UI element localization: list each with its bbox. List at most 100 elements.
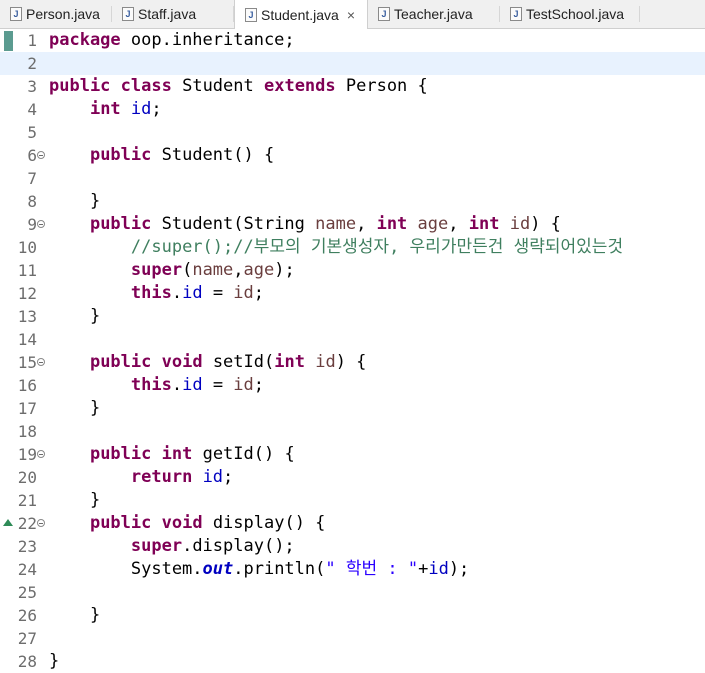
code-token: = xyxy=(202,283,234,303)
line-number: 28 xyxy=(17,652,37,671)
line-number: 18 xyxy=(17,422,37,441)
collapse-fold-icon[interactable] xyxy=(37,151,45,159)
code-token: return xyxy=(130,467,193,487)
code-line[interactable]: 13 } xyxy=(0,305,705,328)
code-token: Student() { xyxy=(151,145,275,165)
code-line[interactable]: 24 System.out.println(" 학번 : "+id); xyxy=(0,558,705,581)
code-line[interactable]: 7 xyxy=(0,167,705,190)
code-line[interactable]: 20 return id; xyxy=(0,466,705,489)
collapse-fold-icon[interactable] xyxy=(37,358,45,366)
code-token: oop.inheritance; xyxy=(120,30,295,50)
tab-student[interactable]: J Student.java × xyxy=(234,0,368,29)
code-text: } xyxy=(49,305,100,328)
tab-close-icon[interactable]: × xyxy=(347,7,355,23)
collapse-fold-icon[interactable] xyxy=(37,220,45,228)
code-line[interactable]: 17 } xyxy=(0,397,705,420)
code-token: super xyxy=(130,260,183,280)
code-line[interactable]: 15 public void setId(int id) { xyxy=(0,351,705,374)
code-token: public xyxy=(89,214,152,234)
code-text: super(name,age); xyxy=(49,259,295,282)
line-number: 5 xyxy=(27,123,37,142)
code-line[interactable]: 25 xyxy=(0,581,705,604)
code-token: name xyxy=(315,214,357,234)
code-token: this xyxy=(130,375,172,395)
code-token: } xyxy=(49,651,60,671)
tab-label: TestSchool.java xyxy=(526,6,625,22)
code-line[interactable]: 23 super.display(); xyxy=(0,535,705,558)
code-line[interactable]: 19 public int getId() { xyxy=(0,443,705,466)
tab-staff[interactable]: J Staff.java xyxy=(112,0,234,28)
code-line[interactable]: 9 public Student(String name, int age, i… xyxy=(0,213,705,236)
override-marker-icon[interactable] xyxy=(3,519,13,526)
line-number: 12 xyxy=(17,284,37,303)
code-token: public xyxy=(49,76,111,96)
java-file-icon: J xyxy=(510,7,522,21)
code-line[interactable]: 22 public void display() { xyxy=(0,512,705,535)
tab-person[interactable]: J Person.java xyxy=(0,0,112,28)
code-line[interactable]: 16 this.id = id; xyxy=(0,374,705,397)
code-token: } xyxy=(49,490,101,510)
code-token: age xyxy=(417,214,449,234)
collapse-fold-icon[interactable] xyxy=(37,519,45,527)
tab-label: Teacher.java xyxy=(394,6,473,22)
code-token: int xyxy=(161,444,193,464)
code-text: public Student(String name, int age, int… xyxy=(49,213,561,236)
code-line[interactable]: 3 public class Student extends Person { xyxy=(0,75,705,98)
tab-testschool[interactable]: J TestSchool.java xyxy=(500,0,640,28)
code-token: " 학번 : " xyxy=(325,559,419,579)
code-token: id xyxy=(233,375,254,395)
tab-label: Person.java xyxy=(26,6,100,22)
code-token: = xyxy=(202,375,234,395)
code-line[interactable]: 6 public Student() { xyxy=(0,144,705,167)
line-number: 21 xyxy=(17,491,37,510)
code-token: ; xyxy=(253,283,265,303)
code-token: id xyxy=(315,352,336,372)
code-line[interactable]: 5 xyxy=(0,121,705,144)
code-editor[interactable]: 1 package oop.inheritance; 2 3 public class … xyxy=(0,29,705,671)
java-file-icon: J xyxy=(122,7,134,21)
java-file-icon: J xyxy=(245,7,257,22)
code-token: age xyxy=(243,260,275,280)
code-line[interactable]: 1 package oop.inheritance; xyxy=(0,29,705,52)
code-line[interactable]: 4 int id; xyxy=(0,98,705,121)
code-token: package xyxy=(49,30,121,50)
code-token: } xyxy=(49,191,101,211)
code-line[interactable]: 14 xyxy=(0,328,705,351)
code-text: this.id = id; xyxy=(49,374,264,397)
collapse-fold-icon[interactable] xyxy=(37,450,45,458)
line-number: 8 xyxy=(27,192,37,211)
code-token: extends xyxy=(263,76,336,96)
code-token: public xyxy=(89,444,152,464)
code-line[interactable]: 26 } xyxy=(0,604,705,627)
code-text: public void display() { xyxy=(49,512,325,535)
code-token: name xyxy=(192,260,234,280)
code-line[interactable]: 12 this.id = id; xyxy=(0,282,705,305)
code-token: id xyxy=(509,214,531,234)
line-number: 13 xyxy=(17,307,37,326)
code-line[interactable]: 21 } xyxy=(0,489,705,512)
code-line[interactable]: 27 xyxy=(0,627,705,650)
code-text: int id; xyxy=(49,98,162,121)
code-text: } xyxy=(49,489,100,512)
line-number: 16 xyxy=(17,376,37,395)
code-token: id xyxy=(202,467,224,487)
code-line[interactable]: 11 super(name,age); xyxy=(0,259,705,282)
code-line[interactable]: 2 xyxy=(0,52,705,75)
code-token: super xyxy=(130,536,183,556)
code-text: public class Student extends Person { xyxy=(49,75,428,98)
code-line[interactable]: 10 //super();//부모의 기본생성자, 우리가만든건 생략되어있는것 xyxy=(0,236,705,259)
code-token: Person { xyxy=(335,76,428,96)
code-line[interactable]: 18 xyxy=(0,420,705,443)
tab-teacher[interactable]: J Teacher.java xyxy=(368,0,500,28)
code-line[interactable]: 8 } xyxy=(0,190,705,213)
line-number: 11 xyxy=(17,261,37,280)
code-line[interactable]: 28} xyxy=(0,650,705,673)
